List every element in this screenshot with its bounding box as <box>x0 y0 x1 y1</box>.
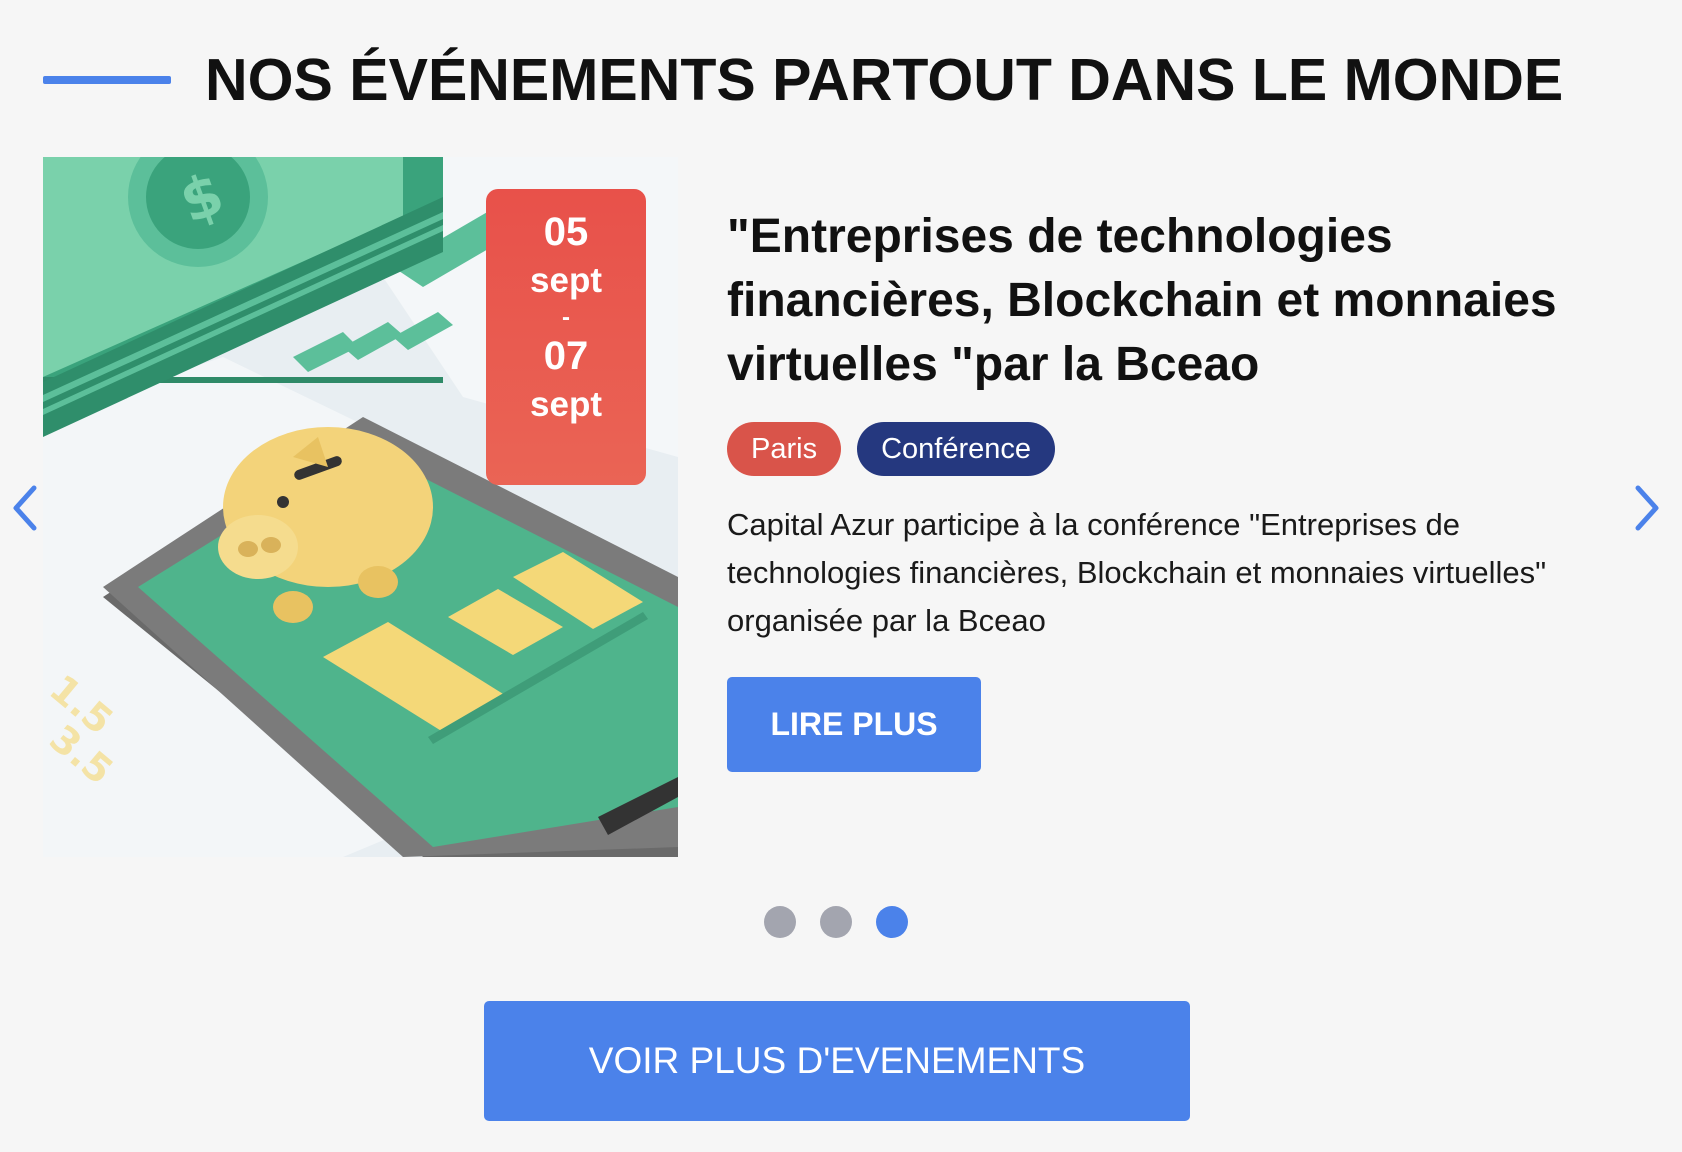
carousel-next-button[interactable] <box>1626 480 1666 536</box>
event-description: Capital Azur participe à la conférence "… <box>727 507 1547 638</box>
date-start-month: sept <box>530 261 602 300</box>
header-accent-line <box>43 76 171 84</box>
more-events-button[interactable]: VOIR PLUS D'EVENEMENTS <box>484 1001 1190 1121</box>
chevron-left-icon <box>13 485 37 531</box>
section-title: NOS ÉVÉNEMENTS PARTOUT DANS LE MONDE <box>205 47 1564 113</box>
carousel-dots <box>764 906 932 938</box>
chevron-right-icon <box>1635 485 1659 531</box>
section-header: NOS ÉVÉNEMENTS PARTOUT DANS LE MONDE <box>43 40 1563 120</box>
carousel-dot-3[interactable] <box>876 906 908 938</box>
date-separator: - <box>562 304 570 331</box>
carousel-dot-2[interactable] <box>820 906 852 938</box>
carousel-prev-button[interactable] <box>6 480 46 536</box>
carousel-dot-1[interactable] <box>764 906 796 938</box>
tag-city[interactable]: Paris <box>727 422 842 476</box>
tag-event-type[interactable]: Conférence <box>857 422 1056 476</box>
event-date-badge: 05 sept - 07 sept <box>486 189 646 485</box>
date-end-month: sept <box>530 385 602 424</box>
event-title[interactable]: "Entreprises de technologies financières… <box>727 205 1607 397</box>
date-start-day: 05 <box>543 210 589 254</box>
event-tags: Paris Conférence <box>727 422 1071 476</box>
read-more-button[interactable]: LIRE PLUS <box>727 677 981 772</box>
date-end-day: 07 <box>543 334 589 378</box>
